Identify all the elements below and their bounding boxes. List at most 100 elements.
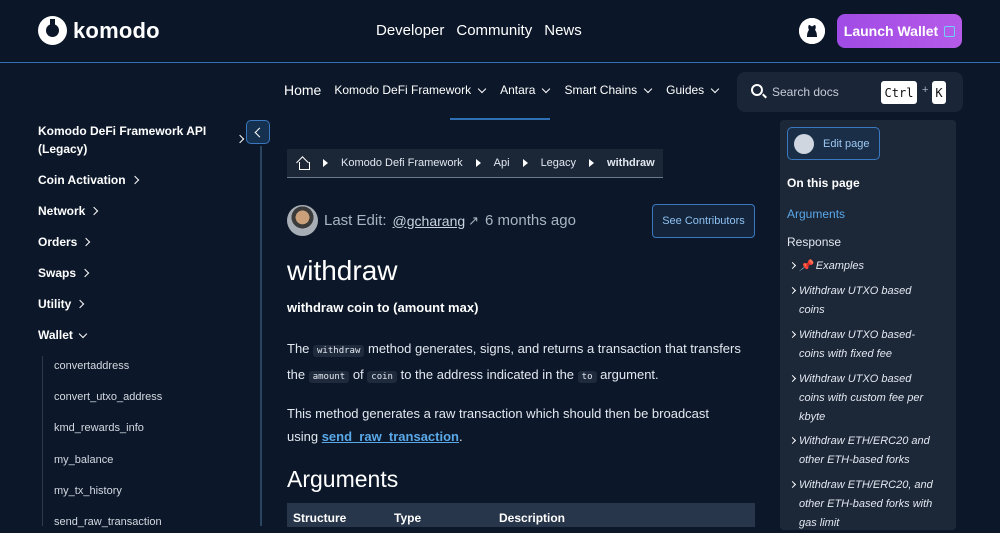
github-icon[interactable] [799,18,825,44]
breadcrumb-item[interactable]: Legacy [541,157,576,169]
chevron-right-icon [130,175,139,185]
toc-item-arguments[interactable]: Arguments [787,207,845,221]
external-arrow-icon: ↗ [468,212,480,228]
docs-nav-home[interactable]: Home [284,82,321,98]
text: of [349,367,368,382]
description-paragraph: The withdraw method generates, signs, an… [287,337,757,389]
search-icon [751,84,763,96]
home-icon[interactable] [297,157,310,170]
komodo-logo[interactable]: komodo [38,16,160,45]
inline-code: withdraw [313,345,365,357]
arguments-heading: Arguments [287,466,399,492]
chevron-right-icon [80,268,90,278]
sidebar-title-line2: (Legacy) [38,142,88,156]
see-contributors-button[interactable]: See Contributors [652,204,755,238]
caret-right-icon [589,159,595,167]
komodo-logo-icon [38,16,67,45]
author-avatar [287,205,318,236]
search-placeholder: Search docs [772,85,839,99]
launch-wallet-button[interactable]: Launch Wallet [837,14,962,48]
sidebar-item-label: Orders [38,235,78,249]
edit-page-button[interactable]: Edit page [787,127,880,160]
sidebar-item-api-legacy[interactable]: Komodo DeFi Framework API (Legacy) [38,122,238,158]
sidebar-subitem-my-tx-history[interactable]: my_tx_history [54,485,122,497]
sidebar-item-network[interactable]: Network [38,204,99,218]
inline-code: amount [308,371,350,383]
text: The [287,341,314,356]
edit-page-label: Edit page [823,137,870,150]
chevron-down-icon [643,84,653,93]
sidebar-item-label: Wallet [38,328,73,342]
text: argument. [596,367,659,382]
launch-wallet-label: Launch Wallet [843,23,939,39]
search-box[interactable]: Search docs Ctrl + K [737,72,963,112]
sidebar-item-wallet[interactable]: Wallet [38,328,88,342]
docs-nav-antara[interactable]: Antara [500,83,551,97]
breadcrumb-current: withdraw [607,157,655,169]
sidebar-item-label: Swaps [38,266,77,280]
send-raw-transaction-link[interactable]: send_raw_transaction [322,429,459,444]
wallet-subtree-line [42,356,43,526]
docs-nav-label: Komodo DeFi Framework [334,83,472,97]
toc-subitem[interactable]: Withdraw ETH/ERC20 and other ETH-based f… [790,432,940,470]
docs-nav-label: Antara [500,83,536,97]
sidebar-item-coin-activation[interactable]: Coin Activation [38,173,139,187]
docs-nav-smart-chains[interactable]: Smart Chains [564,83,653,97]
sidebar-subitem-send-raw-transaction[interactable]: send_raw_transaction [54,516,162,528]
sidebar-item-swaps[interactable]: Swaps [38,266,90,280]
toc-subitem-examples[interactable]: 📌 Examples [790,257,940,276]
shortcut-key-ctrl: Ctrl [881,81,917,104]
chevron-right-icon [90,206,99,216]
external-link-icon [944,25,956,37]
chevron-right-icon [82,237,91,247]
sidebar-subitem-convert-utxo-address[interactable]: convert_utxo_address [54,391,162,403]
toc-subitem[interactable]: Withdraw UTXO based coins [790,282,940,320]
collapse-sidebar-button[interactable] [246,120,270,144]
top-header: komodo Developer Community News Launch W… [0,0,1000,63]
nav-developer[interactable]: Developer [376,22,444,39]
toc-subitem[interactable]: Withdraw UTXO based coins with custom fe… [790,370,940,427]
arguments-table-header: Structure Type Description [287,503,755,527]
logo-text: komodo [73,17,160,43]
shortcut-plus: + [922,84,929,96]
sidebar-item-label: Network [38,204,86,218]
docs-nav-label: Guides [666,83,705,97]
active-nav-underline [450,118,550,120]
text: to the address indicated in the [396,367,578,382]
sidebar-item-label: Utility [38,297,72,311]
nav-community[interactable]: Community [456,22,532,39]
top-nav: Developer Community News [376,22,582,39]
caret-right-icon [522,159,528,167]
docs-nav-guides[interactable]: Guides [666,83,720,97]
sidebar-item-orders[interactable]: Orders [38,235,91,249]
chevron-down-icon [710,84,720,93]
chevron-down-icon [78,329,88,338]
nav-news[interactable]: News [544,22,582,39]
sidebar-subitem-kmd-rewards-info[interactable]: kmd_rewards_info [54,422,144,434]
sidebar-item-utility[interactable]: Utility [38,297,85,311]
github-icon [794,133,814,154]
caret-right-icon [323,159,328,167]
last-edit: Last Edit: @gcharang ↗ 6 months ago [324,212,576,229]
caret-right-icon [475,159,481,167]
chevron-right-icon [76,299,85,309]
page-subtitle: withdraw coin to (amount max) [287,300,479,315]
page-title: withdraw [287,255,398,286]
sidebar-divider [260,146,262,526]
breadcrumb: Komodo Defi Framework Api Legacy withdra… [287,149,663,178]
text: . [458,429,463,444]
breadcrumb-item[interactable]: Api [494,157,510,169]
broadcast-paragraph: This method generates a raw transaction … [287,402,737,448]
docs-nav-komodo-defi[interactable]: Komodo DeFi Framework [334,83,487,97]
author-link[interactable]: @gcharang [393,213,466,229]
last-edit-label: Last Edit: [324,212,387,229]
toc-item-response[interactable]: Response [787,235,841,249]
chevron-down-icon [477,84,487,93]
breadcrumb-item[interactable]: Komodo Defi Framework [341,157,463,169]
sidebar-subitem-convertaddress[interactable]: convertaddress [54,360,129,372]
toc-subitem[interactable]: Withdraw ETH/ERC20, and other ETH-based … [790,476,940,533]
shortcut-key-k: K [932,81,946,104]
last-edit-time: 6 months ago [485,212,576,229]
sidebar-subitem-my-balance[interactable]: my_balance [54,454,113,466]
toc-subitem[interactable]: Withdraw UTXO based-coins with fixed fee [790,326,940,364]
